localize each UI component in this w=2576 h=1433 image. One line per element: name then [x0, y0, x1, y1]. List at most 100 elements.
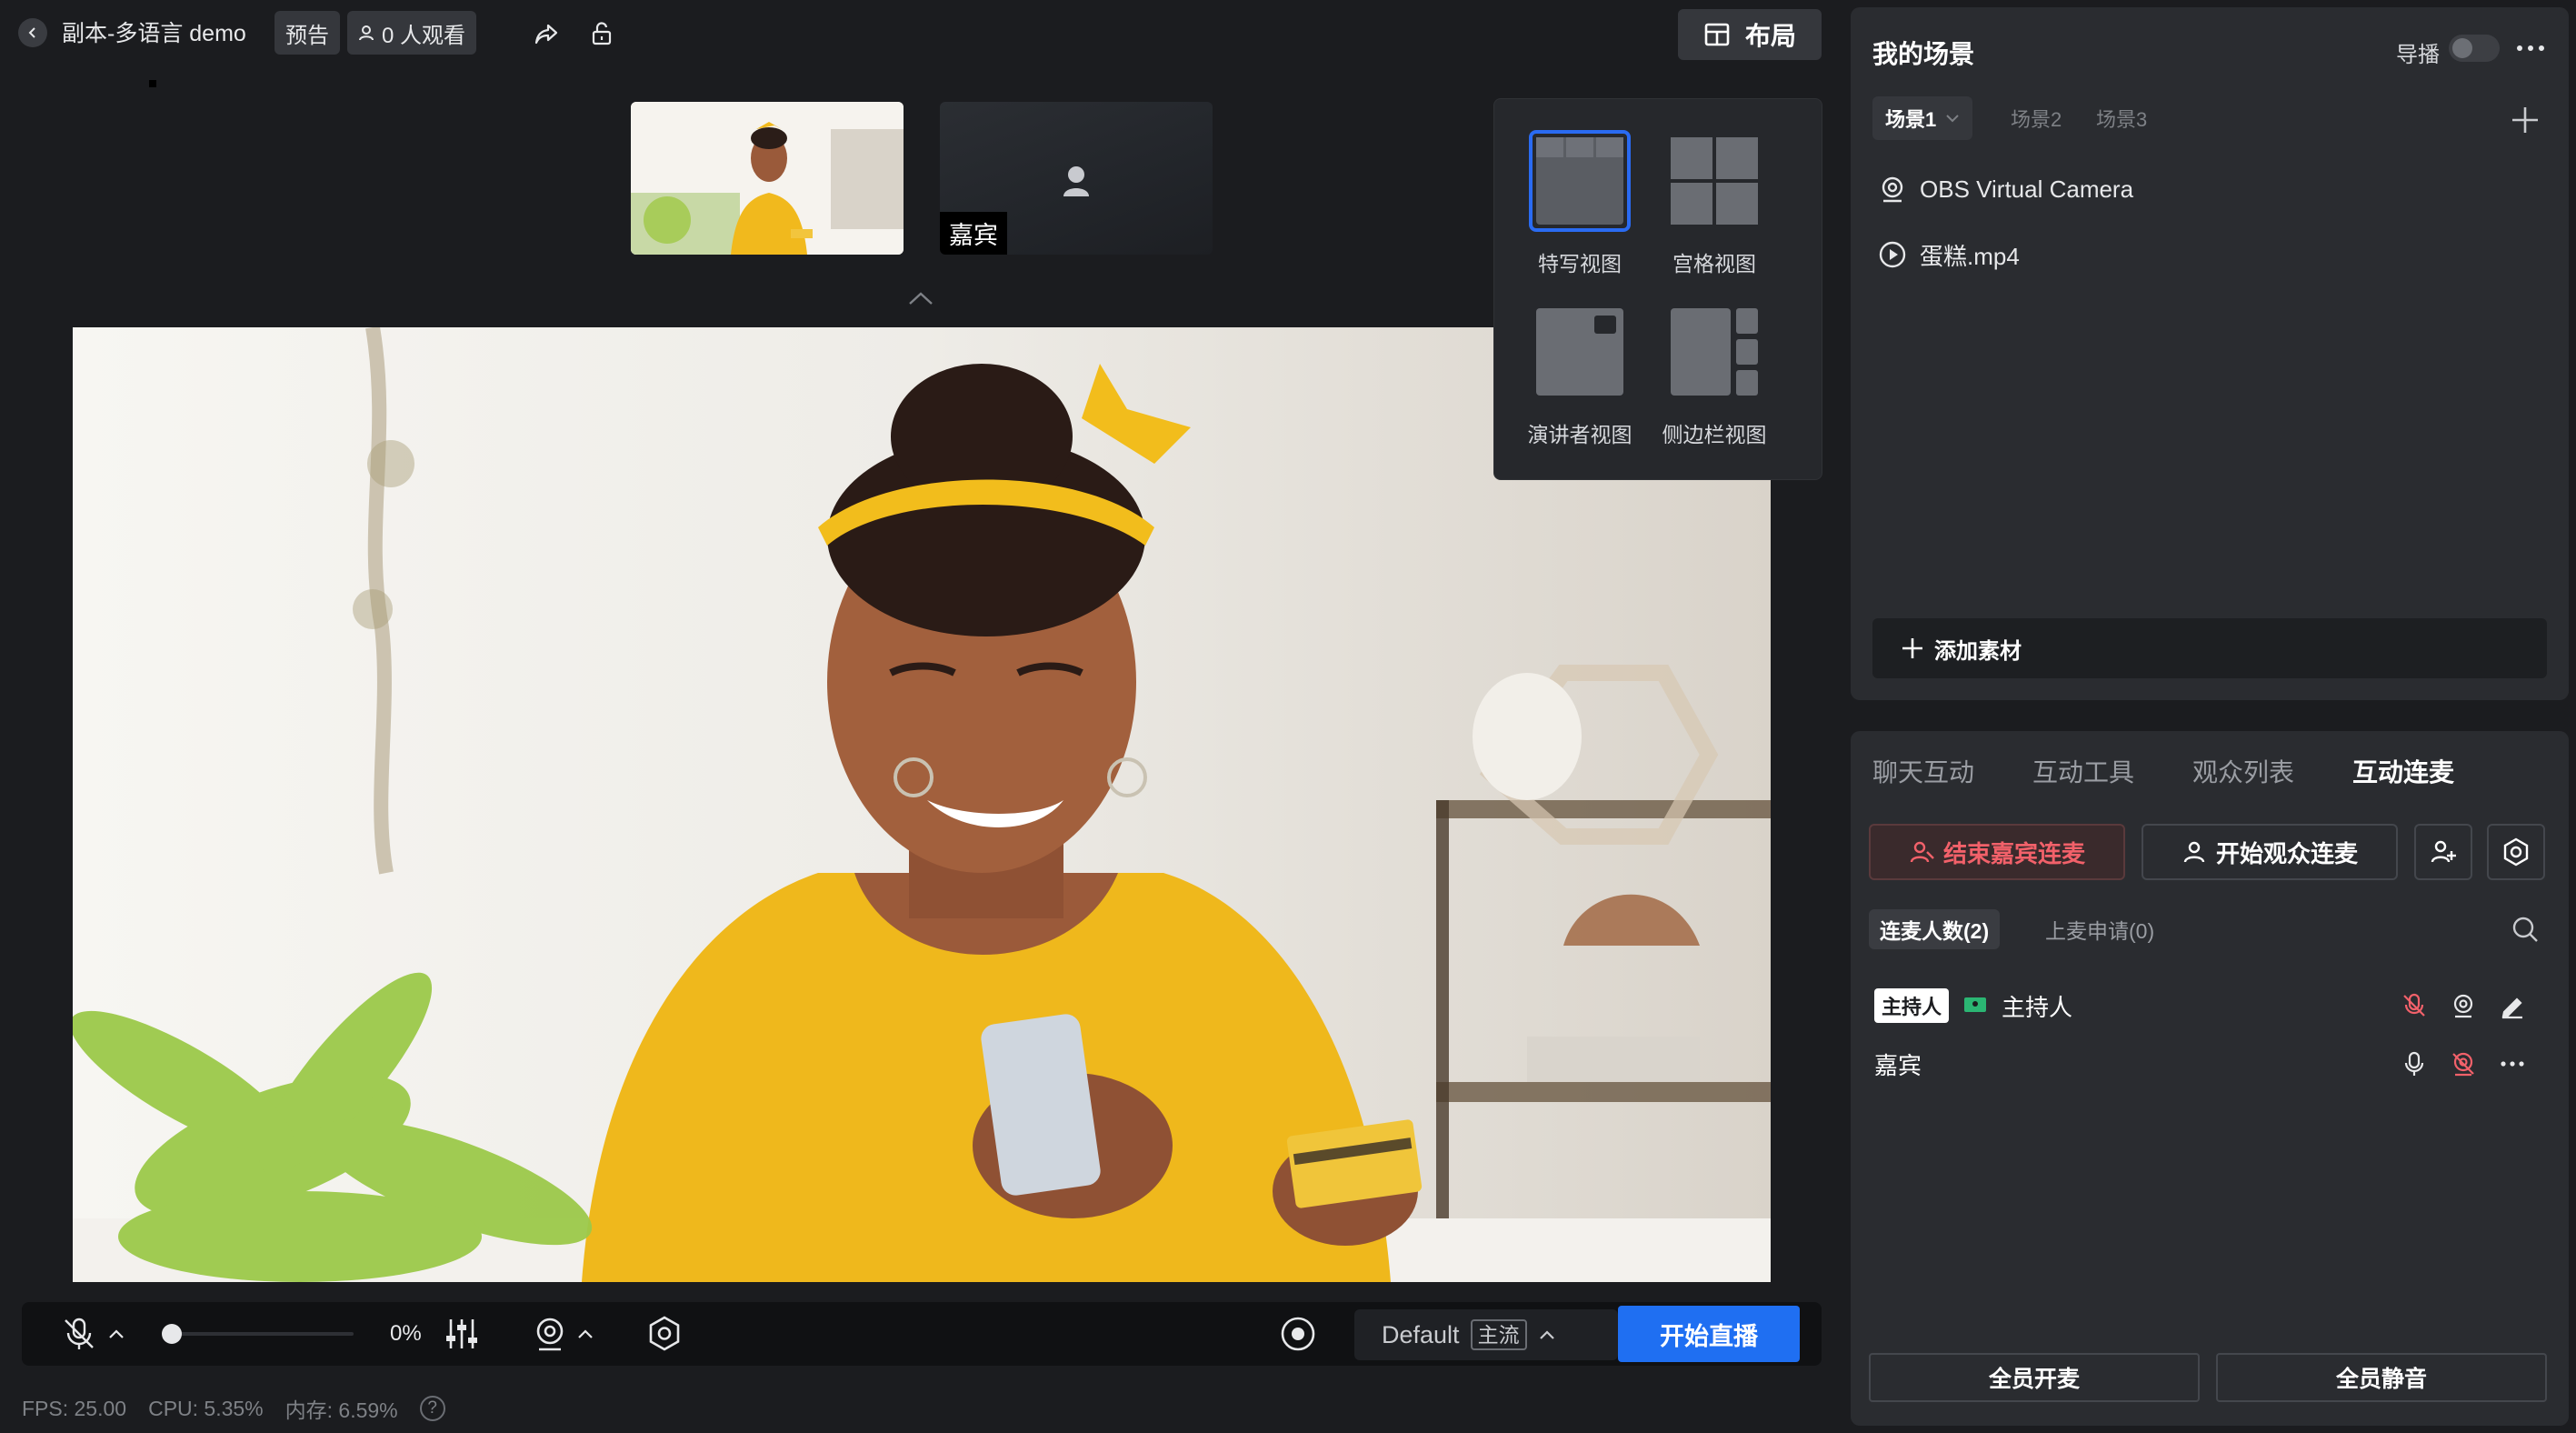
layout-option-label: 宫格视图: [1672, 252, 1756, 276]
collapse-thumbnails-button[interactable]: [905, 287, 936, 309]
search-button[interactable]: [2509, 913, 2541, 946]
source-item[interactable]: OBS Virtual Camera: [1878, 169, 2133, 209]
camera-button[interactable]: [531, 1302, 569, 1366]
record-button[interactable]: [1278, 1302, 1318, 1366]
layout-option-label: 演讲者视图: [1527, 423, 1632, 446]
scene-panel-title: 我的场景: [1872, 40, 1975, 68]
guest-mic-toggle[interactable]: [2398, 1047, 2431, 1080]
guest-camera-toggle[interactable]: [2447, 1047, 2480, 1080]
tab-chat[interactable]: 聊天互动: [1872, 753, 1974, 789]
tab-tools[interactable]: 互动工具: [2032, 753, 2134, 789]
more-button[interactable]: [2512, 33, 2549, 64]
camera-options-button[interactable]: [576, 1302, 594, 1366]
help-icon[interactable]: ?: [419, 1396, 445, 1421]
search-icon: [2512, 917, 2538, 942]
host-thumbnail[interactable]: [631, 102, 904, 255]
volume-slider-handle[interactable]: [162, 1324, 182, 1344]
host-video-frame: [631, 102, 904, 255]
tab-co-host[interactable]: 互动连麦: [2352, 753, 2454, 789]
layout-button[interactable]: 布局: [1678, 9, 1822, 60]
start-audience-link-button[interactable]: 开始观众连麦: [2142, 824, 2398, 880]
director-toggle[interactable]: [2449, 35, 2500, 62]
camera-icon: [1882, 176, 1903, 203]
mic-options-button[interactable]: [107, 1302, 125, 1366]
mic-icon: [2404, 1051, 2424, 1076]
layout-option-label: 特写视图: [1538, 252, 1622, 276]
audio-mixer-button[interactable]: [442, 1302, 482, 1366]
guest-thumbnail-label: 嘉宾: [940, 212, 1007, 255]
camera-off-icon: [2452, 1052, 2474, 1077]
director-label: 导播: [2396, 43, 2440, 67]
status-bar: FPS: 25.00 CPU: 5.35% 内存: 6.59% ?: [22, 1393, 445, 1424]
add-scene-button[interactable]: [2507, 102, 2543, 138]
bottom-toolbar: 0% Default 主流 开始直播: [22, 1302, 1822, 1366]
sidebar-layout-icon: [1663, 301, 1765, 403]
layout-option-grid[interactable]: 宫格视图: [1642, 130, 1787, 277]
scene-tab-1[interactable]: 场景1: [1872, 96, 1973, 140]
mute-all-button[interactable]: 全员静音: [2216, 1353, 2547, 1402]
play-icon: [1879, 241, 1906, 268]
volume-slider[interactable]: [167, 1332, 354, 1336]
mic-mute-button[interactable]: [60, 1302, 98, 1366]
member-row-host: 主持人 主持人: [1874, 987, 2072, 1024]
scene-tab-3[interactable]: 场景3: [2096, 96, 2147, 140]
unlock-button[interactable]: [586, 18, 617, 49]
chevron-up-icon: [1539, 1330, 1554, 1339]
chevron-up-icon: [578, 1329, 593, 1338]
scene-tab-2[interactable]: 场景2: [2011, 96, 2062, 140]
unmute-all-button[interactable]: 全员开麦: [1869, 1353, 2200, 1402]
stream-selector[interactable]: Default 主流: [1354, 1309, 1618, 1360]
layout-option-label: 侧边栏视图: [1662, 423, 1767, 446]
user-icon: [2183, 841, 2205, 863]
volume-value: 0%: [390, 1321, 422, 1346]
guest-more-button[interactable]: [2496, 1047, 2529, 1080]
layout-icon: [1704, 23, 1730, 46]
tab-audience[interactable]: 观众列表: [2192, 753, 2294, 789]
interaction-panel: 聊天互动 互动工具 观众列表 互动连麦 结束嘉宾连麦 开始观众连麦 连麦人数(2…: [1851, 731, 2569, 1426]
stream-tag: 主流: [1470, 1319, 1527, 1350]
grid-layout-icon: [1663, 130, 1765, 232]
layout-option-sidebar[interactable]: 侧边栏视图: [1642, 301, 1787, 448]
memory-stat: 内存: 6.59%: [285, 1398, 398, 1422]
link-settings-button[interactable]: [2487, 824, 2545, 880]
camera-icon: [536, 1318, 564, 1351]
member-name: 嘉宾: [1874, 1051, 1922, 1079]
preview-badge: 预告: [275, 11, 340, 55]
mic-off-icon: [65, 1318, 94, 1349]
user-icon: [359, 25, 374, 41]
speaker-layout-icon: [1529, 301, 1631, 403]
screen-share-icon: [1964, 997, 1987, 1012]
layout-option-speaker[interactable]: 演讲者视图: [1507, 301, 1652, 448]
end-guest-link-button[interactable]: 结束嘉宾连麦: [1869, 824, 2125, 880]
fps-stat: FPS: 25.00: [22, 1396, 127, 1420]
mic-off-icon: [2403, 993, 2425, 1017]
layout-option-closeup[interactable]: 特写视图: [1507, 130, 1652, 277]
toggle-knob: [2452, 38, 2472, 58]
scene-panel: 我的场景 导播 场景1 场景2 场景3 OBS Virtual Camera 蛋…: [1851, 7, 2569, 700]
cursor-marker: [149, 80, 156, 87]
more-horizontal-icon: [2501, 1061, 2524, 1067]
share-button[interactable]: [531, 18, 562, 49]
unlock-icon: [592, 22, 612, 45]
page-title: 副本-多语言 demo: [62, 21, 246, 46]
guest-thumbnail[interactable]: 嘉宾: [940, 102, 1213, 255]
start-live-button[interactable]: 开始直播: [1618, 1306, 1800, 1362]
viewer-count: 0 人观看: [347, 11, 477, 55]
host-mic-toggle[interactable]: [2398, 989, 2431, 1022]
member-name: 主持人: [2002, 993, 2073, 1021]
layout-popover: 特写视图 宫格视图 演讲者视图 侧边栏视图: [1493, 98, 1822, 480]
invite-user-button[interactable]: [2414, 824, 2472, 880]
pencil-icon: [2501, 997, 2522, 1019]
gear-icon: [649, 1316, 680, 1351]
record-icon: [1281, 1317, 1315, 1351]
share-icon: [534, 24, 558, 45]
gear-icon: [2503, 837, 2529, 867]
host-camera-toggle[interactable]: [2447, 989, 2480, 1022]
tab-connected-count[interactable]: 连麦人数(2): [1869, 909, 2001, 949]
back-button[interactable]: [18, 18, 47, 47]
source-item[interactable]: 蛋糕.mp4: [1878, 235, 2020, 275]
settings-button[interactable]: [645, 1302, 684, 1366]
host-edit-button[interactable]: [2496, 989, 2529, 1022]
add-source-button[interactable]: 添加素材: [1872, 618, 2547, 678]
tab-join-requests[interactable]: 上麦申请(0): [2045, 909, 2154, 949]
